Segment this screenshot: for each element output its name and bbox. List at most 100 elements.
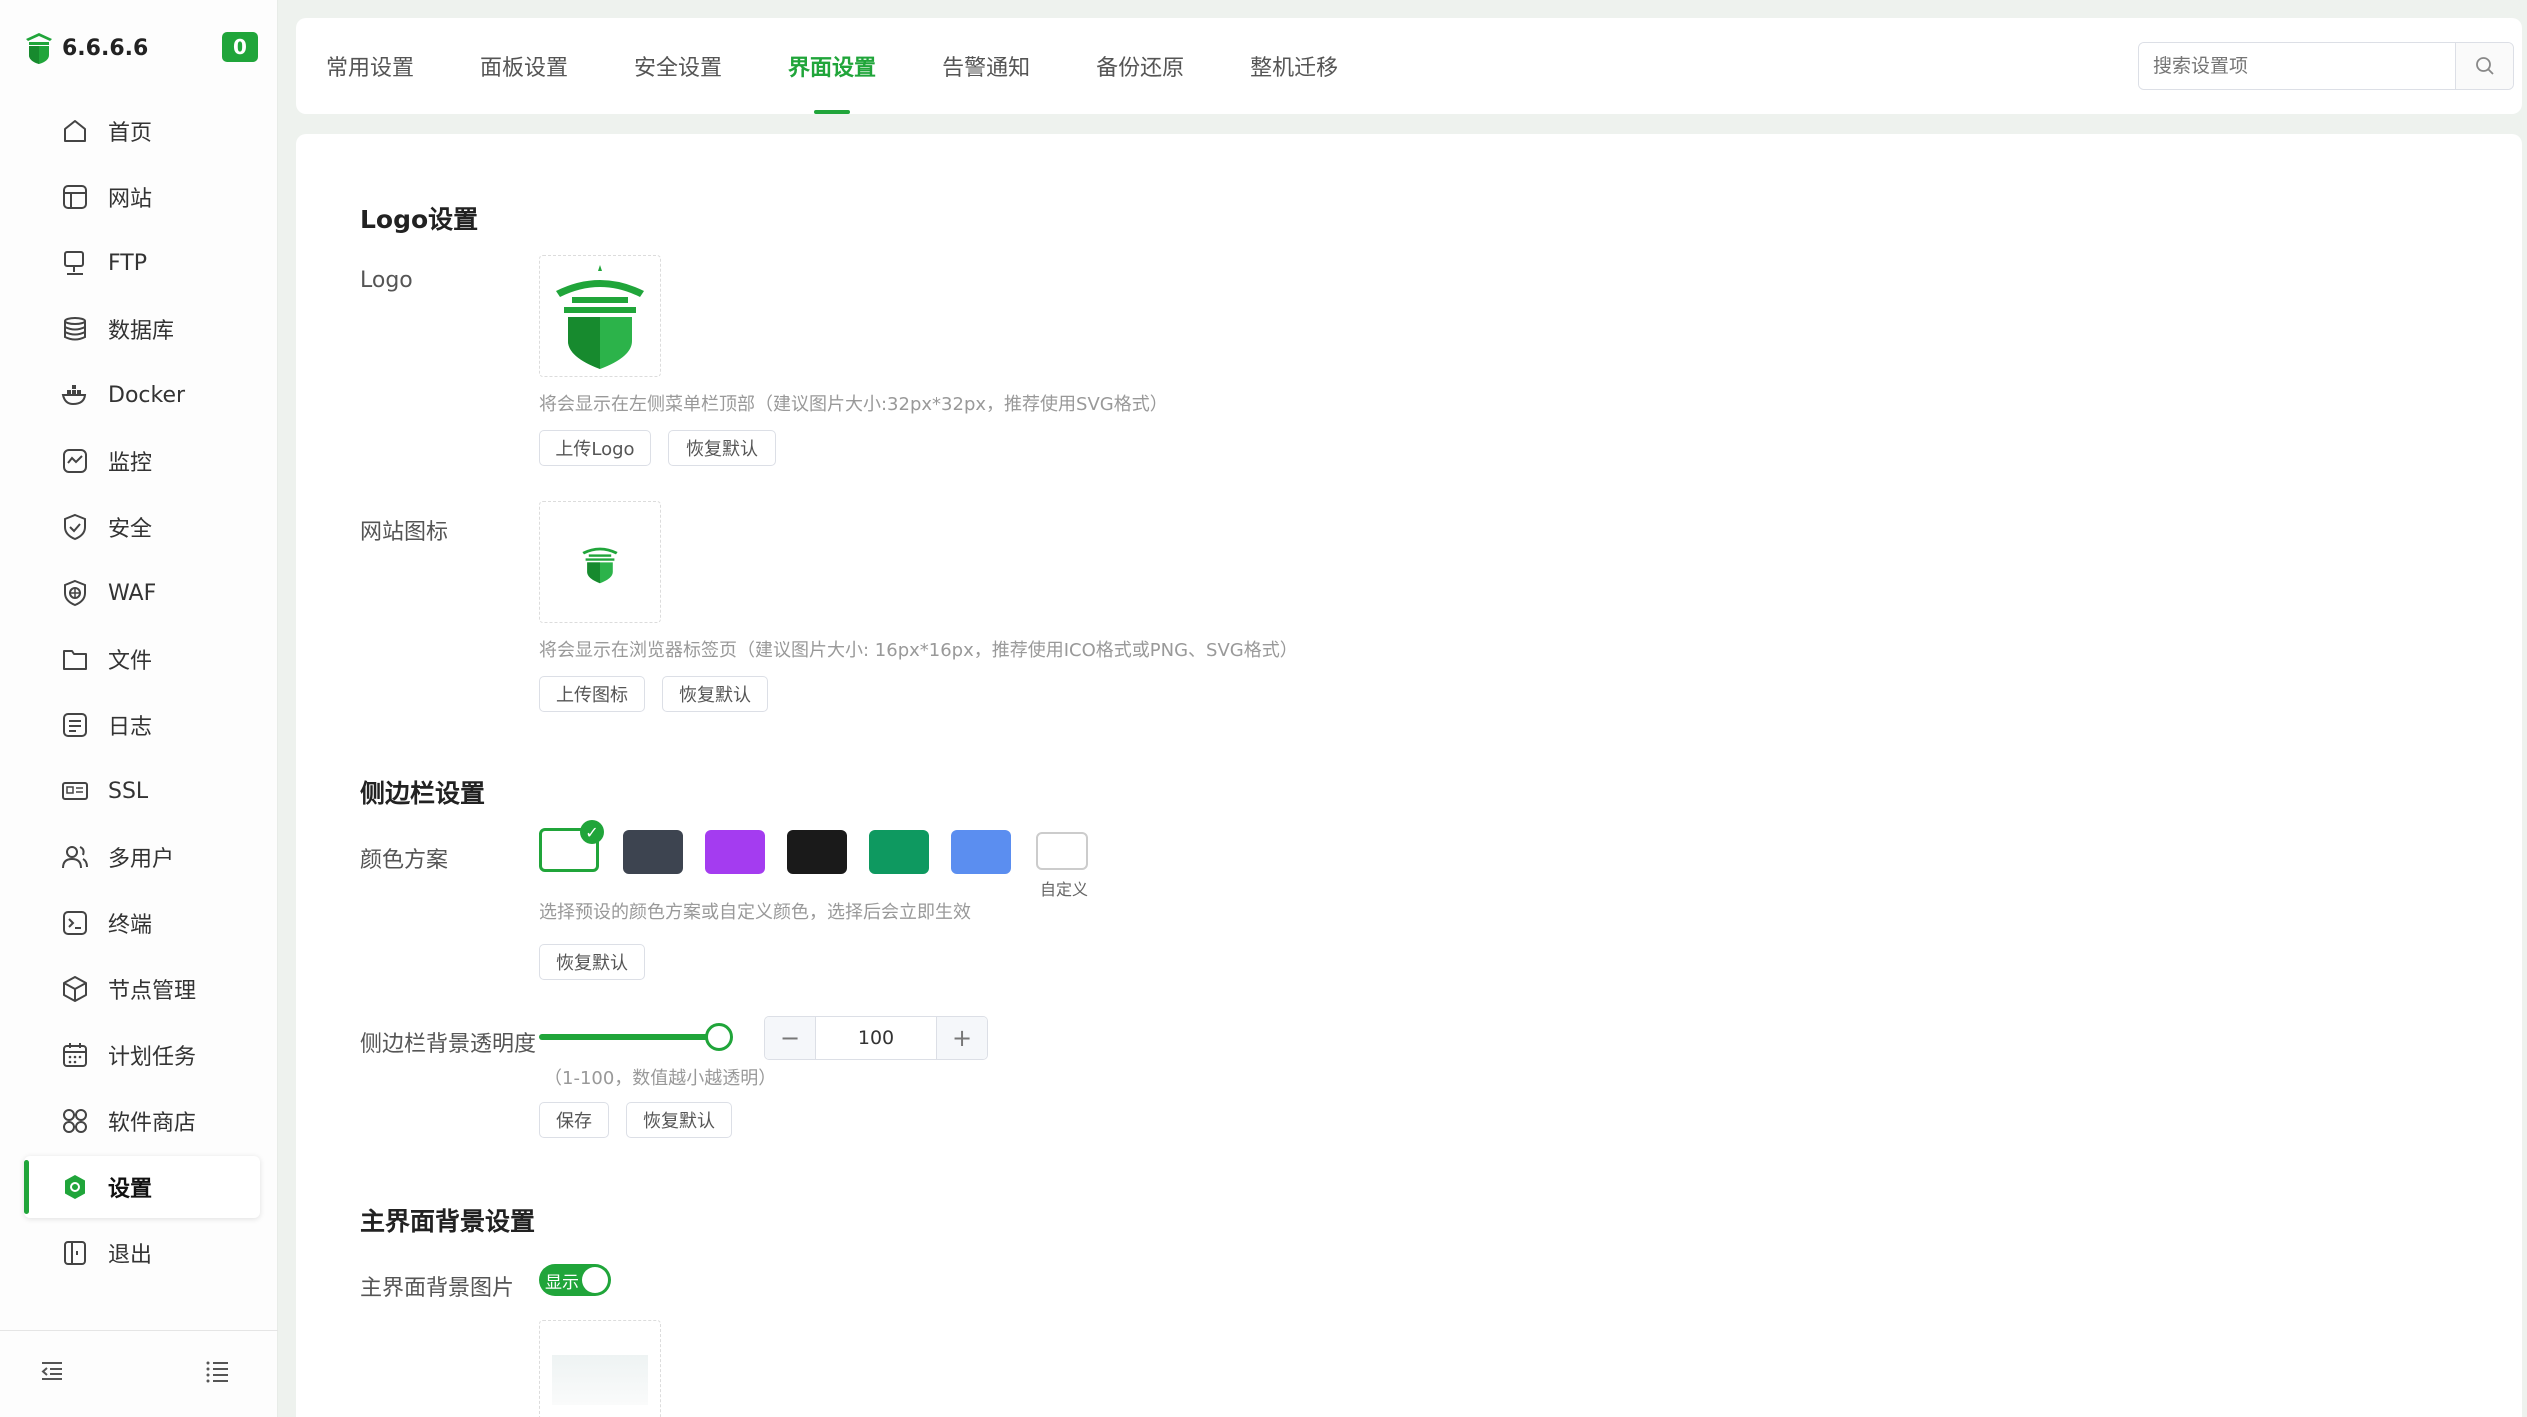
selected-check-icon: ✓ <box>580 820 604 844</box>
toggle-knob <box>582 1267 608 1293</box>
sidebar-item-label: 数据库 <box>108 319 175 344</box>
sidebar-item-label: 退出 <box>108 1243 153 1268</box>
tab-backup[interactable]: 备份还原 <box>1096 18 1184 114</box>
search-icon <box>2475 57 2494 75</box>
sidebar-item-ssl[interactable]: SSL <box>24 760 260 822</box>
sidebar-item-label: 安全 <box>108 517 153 542</box>
color-swatch-purple[interactable] <box>705 830 765 874</box>
color-scheme-hint: 选择预设的颜色方案或自定义颜色，选择后会立即生效 <box>539 902 971 923</box>
sidebar-item-label: 首页 <box>108 121 153 146</box>
brand-logo-icon <box>26 33 52 64</box>
bg-image-preview[interactable] <box>539 1320 661 1417</box>
search-input[interactable] <box>2139 43 2455 89</box>
reset-logo-button[interactable]: 恢复默认 <box>668 430 776 466</box>
favicon-preview[interactable] <box>539 501 661 623</box>
sidebar-item-database[interactable]: 数据库 <box>24 298 260 360</box>
opacity-slider[interactable] <box>539 1023 733 1051</box>
sidebar-item-label: 软件商店 <box>108 1111 197 1136</box>
tab-migration[interactable]: 整机迁移 <box>1250 18 1338 114</box>
logout-icon <box>64 1241 86 1265</box>
apps-icon <box>63 1109 87 1133</box>
sidebar-item-label: 终端 <box>108 913 153 938</box>
increment-button[interactable]: + <box>937 1017 987 1059</box>
cube-icon <box>63 976 87 1002</box>
reset-opacity-button[interactable]: 恢复默认 <box>626 1102 732 1138</box>
sidebar-item-website[interactable]: 网站 <box>24 166 260 228</box>
settings-content: Logo设置 Logo 将会显示在左侧菜单栏顶部（建议图片大小:32px*32p… <box>296 134 2522 1417</box>
search-button[interactable] <box>2455 43 2513 89</box>
sidebar-item-store[interactable]: 软件商店 <box>24 1090 260 1152</box>
terminal-icon <box>63 911 87 935</box>
opacity-slider-thumb[interactable] <box>705 1023 733 1051</box>
sidebar-item-label: 设置 <box>108 1177 153 1202</box>
log-icon <box>63 713 87 737</box>
castle-logo-icon <box>556 265 644 369</box>
ftp-icon <box>64 251 84 275</box>
sidebar-item-label: FTP <box>108 250 147 276</box>
users-icon <box>62 846 88 869</box>
sidebar-item-logout[interactable]: 退出 <box>24 1222 260 1284</box>
bg-thumbnail <box>552 1355 648 1405</box>
home-icon <box>64 120 86 142</box>
bg-image-toggle[interactable]: 显示 <box>539 1264 611 1296</box>
main-bg-section-title: 主界面背景设置 <box>360 1207 536 1236</box>
ssl-icon <box>62 782 88 800</box>
upload-favicon-button[interactable]: 上传图标 <box>539 676 645 712</box>
brand[interactable]: 6.6.6.6 <box>24 30 148 66</box>
database-icon <box>64 317 86 341</box>
custom-color-label: 自定义 <box>1040 880 1089 899</box>
sidebar-item-monitor[interactable]: 监控 <box>24 430 260 492</box>
collapse-menu-icon[interactable] <box>38 1357 66 1385</box>
color-swatch-green[interactable] <box>869 830 929 874</box>
logo-hint: 将会显示在左侧菜单栏顶部（建议图片大小:32px*32px，推荐使用SVG格式） <box>539 394 1168 415</box>
reset-favicon-button[interactable]: 恢复默认 <box>662 676 768 712</box>
waf-icon <box>64 579 86 607</box>
list-menu-icon[interactable] <box>204 1357 232 1385</box>
sidebar: 6.6.6.6 0 首页 网站 FTP 数据库 Docker 监控 安全 WAF… <box>0 0 278 1417</box>
sidebar-item-security[interactable]: 安全 <box>24 496 260 558</box>
tab-panel[interactable]: 面板设置 <box>480 18 568 114</box>
sidebar-item-label: 日志 <box>108 715 153 740</box>
sidebar-item-label: 监控 <box>108 451 153 476</box>
sidebar-item-settings[interactable]: 设置 <box>24 1156 260 1218</box>
tab-security[interactable]: 安全设置 <box>634 18 722 114</box>
sidebar-item-logs[interactable]: 日志 <box>24 694 260 756</box>
sidebar-item-terminal[interactable]: 终端 <box>24 892 260 954</box>
logo-preview[interactable] <box>539 255 661 377</box>
settings-search <box>2138 42 2514 90</box>
color-swatch-slate[interactable] <box>623 830 683 874</box>
upload-logo-button[interactable]: 上传Logo <box>539 430 651 466</box>
tab-general[interactable]: 常用设置 <box>326 18 414 114</box>
save-opacity-button[interactable]: 保存 <box>539 1102 609 1138</box>
color-swatch-blue[interactable] <box>951 830 1011 874</box>
monitor-icon <box>63 449 87 473</box>
sidebar-item-label: WAF <box>108 580 157 606</box>
tab-list: 常用设置 面板设置 安全设置 界面设置 告警通知 备份还原 整机迁移 <box>326 18 1404 114</box>
tab-interface[interactable]: 界面设置 <box>788 18 876 114</box>
decrement-button[interactable]: − <box>765 1017 815 1059</box>
notification-badge[interactable]: 0 <box>222 32 258 62</box>
sidebar-item-label: 计划任务 <box>108 1045 197 1070</box>
sidebar-item-nodes[interactable]: 节点管理 <box>24 958 260 1020</box>
sidebar-item-home[interactable]: 首页 <box>24 100 260 162</box>
sidebar-item-ftp[interactable]: FTP <box>24 232 260 294</box>
bg-image-label: 主界面背景图片 <box>360 1276 515 1301</box>
sidebar-item-files[interactable]: 文件 <box>24 628 260 690</box>
color-swatch-black[interactable] <box>787 830 847 874</box>
docker-icon <box>61 385 87 406</box>
opacity-value[interactable]: 100 <box>815 1017 937 1059</box>
sidebar-item-users[interactable]: 多用户 <box>24 826 260 888</box>
sidebar-item-waf[interactable]: WAF <box>24 562 260 624</box>
color-swatch-custom[interactable] <box>1036 832 1088 870</box>
sidebar-nav: 首页 网站 FTP 数据库 Docker 监控 安全 WAF 文件 日志 SSL… <box>24 100 260 1288</box>
tab-alerts[interactable]: 告警通知 <box>942 18 1030 114</box>
sidebar-item-docker[interactable]: Docker <box>24 364 260 426</box>
sidebar-item-label: 多用户 <box>108 847 175 872</box>
opacity-slider-fill <box>539 1034 719 1040</box>
sidebar-footer <box>0 1330 278 1410</box>
server-ip: 6.6.6.6 <box>62 35 149 61</box>
reset-color-button[interactable]: 恢复默认 <box>539 944 645 980</box>
castle-favicon-icon <box>582 547 618 584</box>
shield-icon <box>64 513 86 541</box>
sidebar-item-cron[interactable]: 计划任务 <box>24 1024 260 1086</box>
